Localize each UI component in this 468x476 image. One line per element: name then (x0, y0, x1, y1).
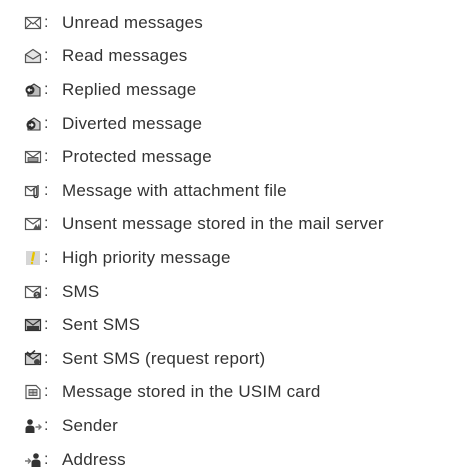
usim-message-icon (24, 383, 42, 401)
legend-row-unread: : Unread messages (24, 6, 464, 40)
legend-row-sms: S : SMS (24, 275, 464, 309)
legend-row-attachment: : Message with attachment file (24, 174, 464, 208)
legend-label: Replied message (62, 79, 197, 99)
legend-label: SMS (62, 281, 100, 301)
unsent-server-message-icon (24, 215, 42, 233)
legend-colon: : (44, 450, 49, 468)
legend-colon: : (44, 383, 49, 401)
svg-text:S: S (35, 293, 38, 299)
read-message-icon (24, 47, 42, 65)
legend-label: Unsent message stored in the mail server (62, 214, 384, 234)
sent-sms-icon (24, 316, 42, 334)
legend-row-sender: : Sender (24, 409, 464, 443)
legend-colon: : (44, 416, 49, 434)
legend-label: Message stored in the USIM card (62, 382, 321, 402)
diverted-message-icon (24, 115, 42, 133)
legend-row-unsent-server: : Unsent message stored in the mail serv… (24, 208, 464, 242)
legend-label: Protected message (62, 147, 212, 167)
legend-colon: : (44, 316, 49, 334)
legend-colon: : (44, 148, 49, 166)
attachment-message-icon (24, 182, 42, 200)
legend-label: Message with attachment file (62, 180, 287, 200)
legend-row-replied: : Replied message (24, 73, 464, 107)
legend-colon: : (44, 13, 49, 31)
replied-message-icon (24, 81, 42, 99)
legend-colon: : (44, 114, 49, 132)
sms-icon: S (24, 283, 42, 301)
legend-row-sent-sms: : Sent SMS (24, 308, 464, 342)
legend-row-sent-sms-report: : Sent SMS (request report) (24, 342, 464, 376)
message-icon-legend: : Unread messages : Read messages : Repl… (24, 6, 464, 476)
legend-label: Read messages (62, 46, 188, 66)
legend-colon: : (44, 349, 49, 367)
legend-row-protected: : Protected message (24, 140, 464, 174)
legend-label: Unread messages (62, 12, 203, 32)
sender-icon (24, 417, 42, 435)
unread-message-icon (24, 14, 42, 32)
legend-label: Diverted message (62, 113, 203, 133)
legend-colon: : (44, 181, 49, 199)
legend-label: Sent SMS (request report) (62, 348, 266, 368)
legend-label: Sent SMS (62, 315, 141, 335)
legend-colon: : (44, 80, 49, 98)
address-icon (24, 451, 42, 469)
legend-label: Address (62, 449, 126, 469)
legend-row-high-priority: : High priority message (24, 241, 464, 275)
sent-sms-report-icon (24, 349, 42, 368)
protected-message-icon (24, 148, 42, 166)
legend-colon: : (44, 215, 49, 233)
legend-label: High priority message (62, 247, 231, 267)
legend-colon: : (44, 248, 49, 266)
legend-row-read: : Read messages (24, 40, 464, 74)
legend-row-diverted: : Diverted message (24, 107, 464, 141)
legend-row-address: : Address (24, 443, 464, 476)
legend-label: Sender (62, 415, 119, 435)
legend-colon: : (44, 47, 49, 65)
legend-row-usim: : Message stored in the USIM card (24, 376, 464, 410)
legend-colon: : (44, 282, 49, 300)
high-priority-icon (24, 249, 42, 267)
